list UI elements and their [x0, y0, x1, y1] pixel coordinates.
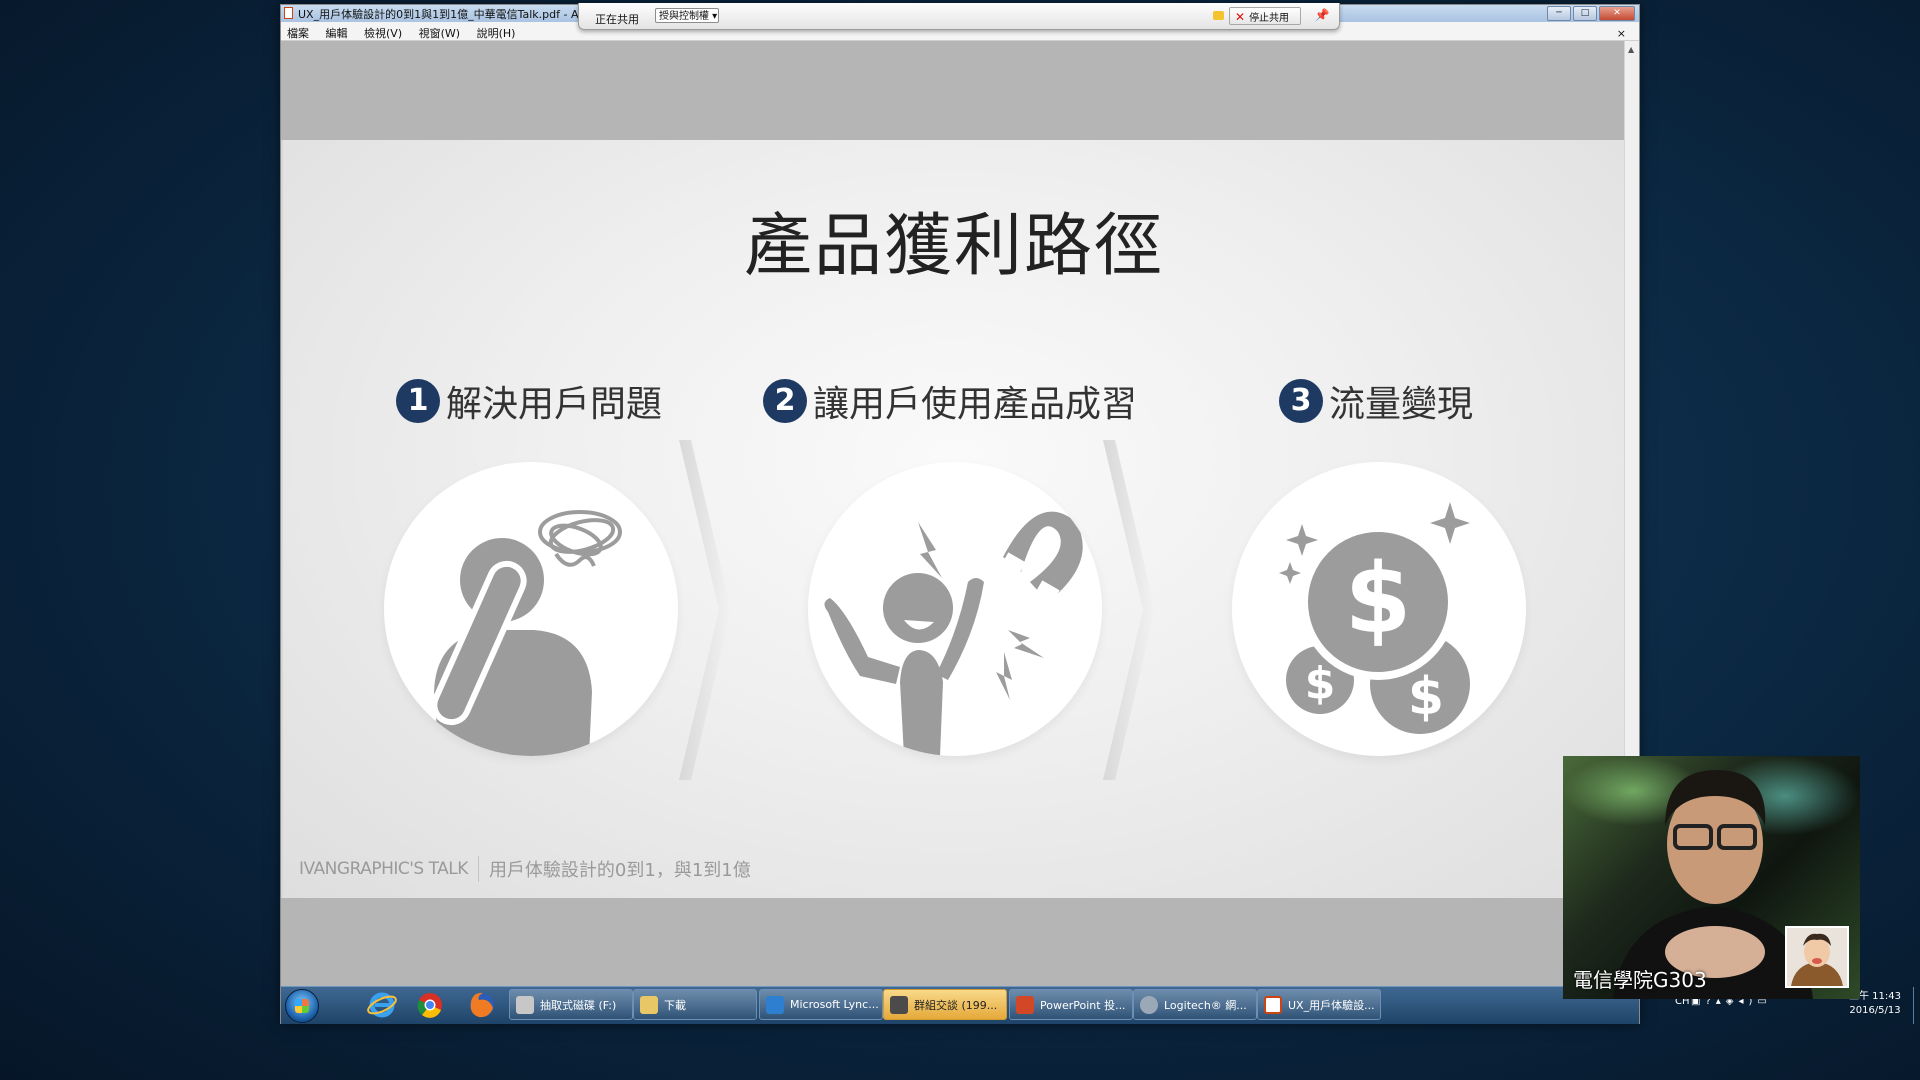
scroll-up-icon[interactable]: ▲ — [1628, 45, 1634, 54]
self-view-thumbnail[interactable] — [1785, 926, 1849, 988]
footer-brand: IVANGRAPHIC'S TALK — [299, 859, 468, 879]
slide-page: 產品獲利路徑 1 解決用戶問題 2 讓用戶使用產品成習 3 流量變現 $ $ $… — [283, 140, 1625, 898]
slide-footer: IVANGRAPHIC'S TALK 用戶体驗設計的0到1，與1到1億 — [299, 855, 751, 883]
taskbar-item-removable-drive[interactable]: 抽取式磁碟 (F:) — [509, 989, 633, 1020]
taskbar-item-group-chat[interactable]: 群組交談 (199... — [883, 989, 1007, 1020]
footer-subtitle: 用戶体驗設計的0到1，與1到1億 — [488, 860, 751, 881]
menu-edit[interactable]: 編輯 — [320, 22, 355, 41]
pdf-viewer-window: UX_用戶体驗設計的0到1與1到1億_中華電信Talk.pdf - Adobe … — [280, 4, 1914, 1024]
screen-share-toolbar: 正在共用 授與控制權 ▾ ✕ 停止共用 📌 — [578, 3, 1340, 30]
show-desktop-button[interactable] — [1913, 987, 1920, 1024]
chevron-right-icon — [1103, 440, 1155, 780]
pdf-canvas-bottom-margin — [281, 898, 1625, 986]
taskbar-item-downloads[interactable]: 下載 — [633, 989, 757, 1020]
svg-text:$: $ — [1305, 658, 1336, 709]
clock-date: 2016/5/13 — [1849, 1005, 1901, 1016]
close-icon: ✕ — [1235, 10, 1246, 24]
step-2-illustration — [808, 462, 1102, 756]
menu-window[interactable]: 視窗(W) — [413, 22, 467, 41]
pdf-canvas-top-margin — [281, 41, 1625, 140]
step-label: 流量變現 — [1329, 384, 1474, 425]
taskbar-item-pdf[interactable]: UX_用戶体驗設... — [1257, 989, 1381, 1020]
powerpoint-icon — [1016, 995, 1034, 1014]
taskbar-item-logitech[interactable]: Logitech® 網... — [1133, 989, 1257, 1020]
window-title: UX_用戶体驗設計的0到1與1到1億_中華電信Talk.pdf - Adobe — [298, 8, 606, 21]
windows-logo-icon — [295, 999, 309, 1013]
step-1-illustration — [384, 462, 678, 756]
chat-bubble-icon[interactable] — [1213, 11, 1224, 20]
taskbar-item-lync[interactable]: Microsoft Lync... — [759, 989, 883, 1020]
maximize-button[interactable]: □ — [1573, 6, 1597, 21]
drive-icon — [516, 995, 534, 1014]
step-1-heading: 1 解決用戶問題 — [396, 377, 662, 425]
svg-text:$: $ — [1345, 543, 1412, 655]
step-3-illustration: $ $ $ — [1232, 462, 1526, 756]
step-number-badge: 2 — [763, 379, 807, 423]
lync-icon — [766, 995, 784, 1014]
svg-text:$: $ — [1408, 667, 1444, 727]
give-control-dropdown[interactable]: 授與控制權 ▾ — [655, 8, 719, 23]
step-3-heading: 3 流量變現 — [1279, 377, 1473, 425]
internet-explorer-icon[interactable] — [365, 990, 399, 1020]
menu-view[interactable]: 檢視(V) — [358, 22, 409, 41]
step-2-heading: 2 讓用戶使用產品成習 — [763, 377, 1137, 425]
self-view-image — [1791, 933, 1843, 986]
happy-person-magnet-icon — [824, 511, 1083, 756]
start-button[interactable] — [285, 989, 319, 1023]
firefox-icon[interactable] — [465, 990, 499, 1020]
footer-divider — [477, 856, 479, 882]
menu-file[interactable]: 檔案 — [281, 22, 316, 41]
taskbar-item-powerpoint[interactable]: PowerPoint 投... — [1009, 989, 1133, 1020]
chat-icon — [890, 995, 908, 1014]
webcam-video: 電信學院G303 — [1563, 756, 1860, 999]
chevron-right-icon — [679, 440, 731, 780]
webcam-icon — [1140, 995, 1158, 1014]
chrome-icon[interactable] — [413, 990, 447, 1020]
menu-help[interactable]: 說明(H) — [471, 22, 523, 41]
pdf-file-icon — [284, 7, 293, 19]
confused-person-icon — [431, 510, 622, 756]
money-coins-icon: $ $ $ — [1279, 502, 1470, 734]
taskbar: 抽取式磁碟 (F:) 下載 Microsoft Lync... 群組交談 (19… — [281, 986, 1914, 1024]
step-label: 解決用戶問題 — [446, 384, 663, 425]
folder-icon — [640, 995, 658, 1014]
stop-sharing-button[interactable]: ✕ 停止共用 — [1229, 7, 1301, 25]
close-button[interactable]: ✕ — [1599, 6, 1635, 21]
pdf-icon — [1264, 995, 1282, 1014]
step-number-badge: 1 — [396, 379, 440, 423]
pin-icon[interactable]: 📌 — [1313, 8, 1331, 24]
window-controls: ─ □ ✕ — [1547, 6, 1635, 21]
webcam-caption: 電信學院G303 — [1573, 968, 1707, 992]
step-number-badge: 3 — [1279, 379, 1323, 423]
step-label: 讓用戶使用產品成習 — [813, 384, 1138, 425]
share-status: 正在共用 — [595, 13, 639, 26]
minimize-button[interactable]: ─ — [1547, 6, 1571, 21]
slide-title: 產品獲利路徑 — [743, 207, 1164, 286]
document-close-button[interactable]: × — [1611, 24, 1633, 40]
